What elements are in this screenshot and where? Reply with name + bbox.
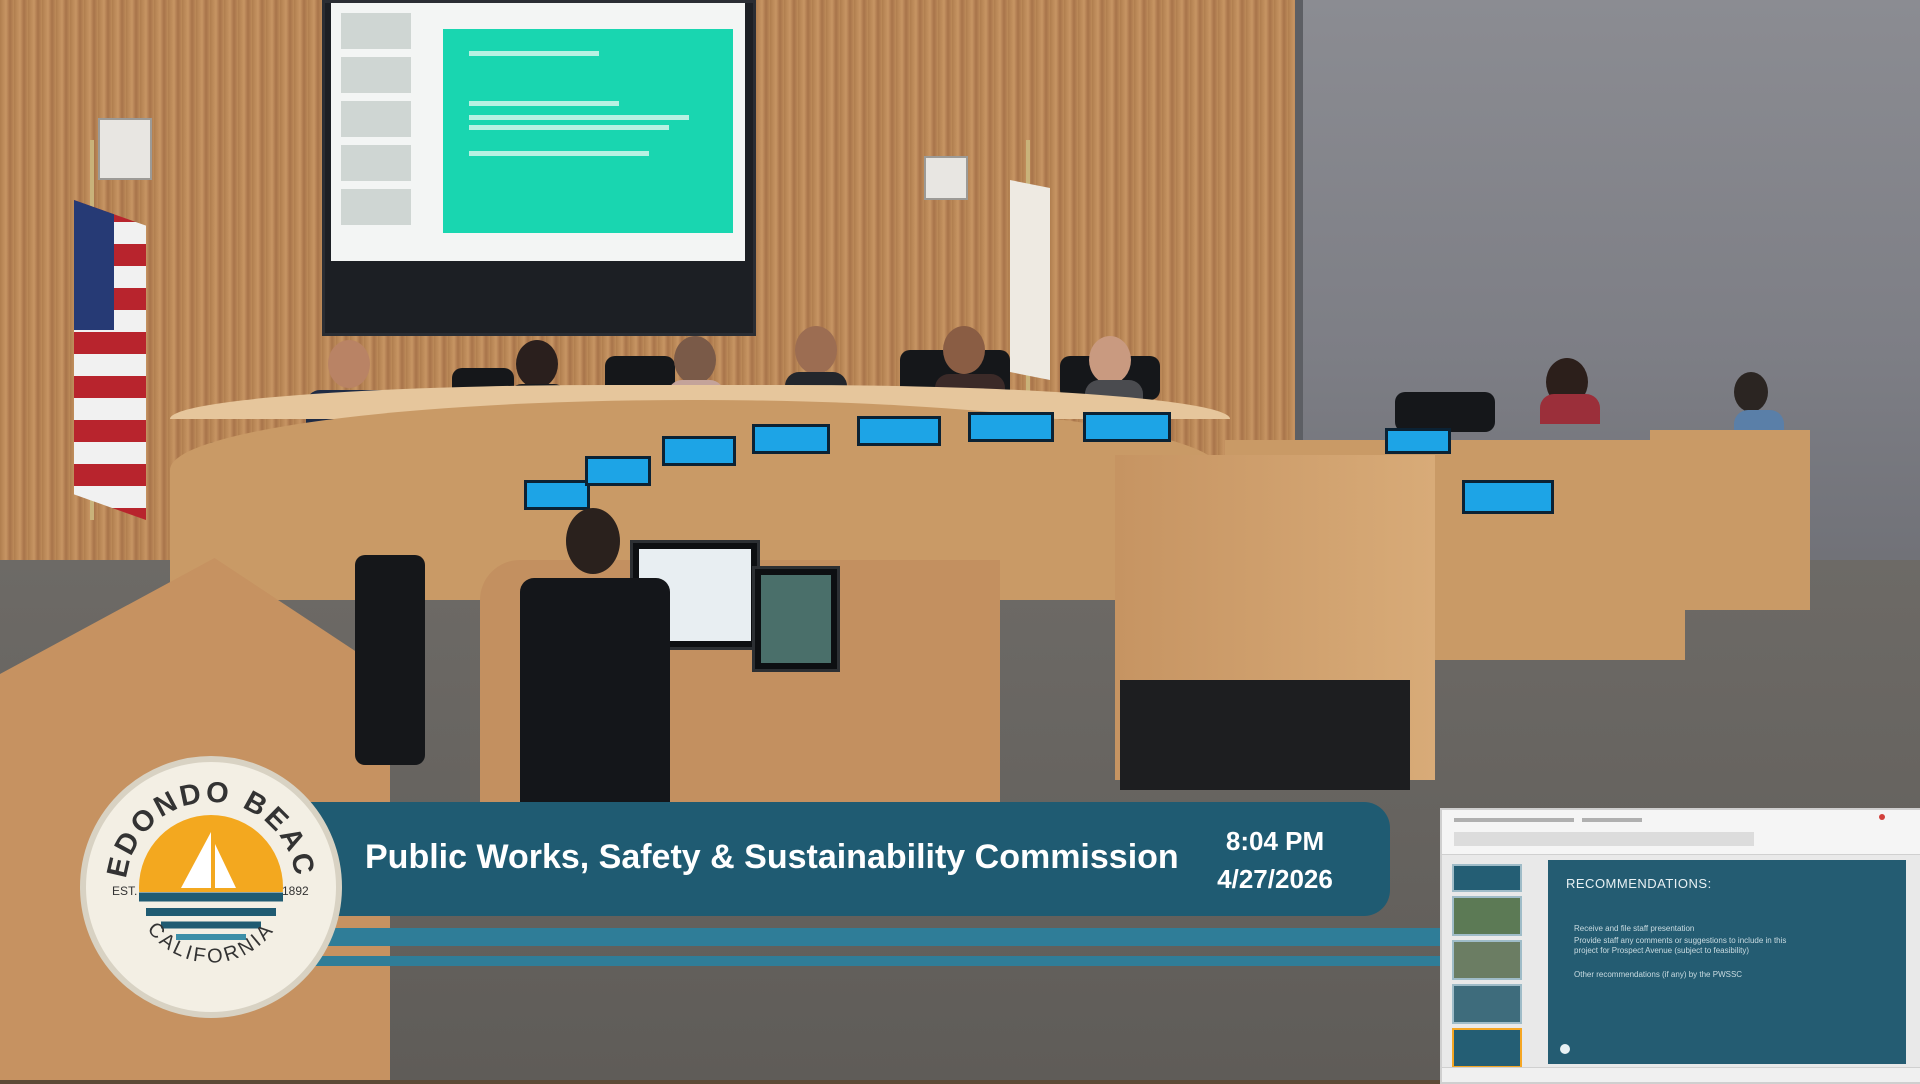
city-seal-logo: REDONDO BEACH CALIFORNIA EST. 1892: [80, 756, 342, 1018]
nameplate: [857, 416, 941, 446]
slide-thumbnail: [1452, 896, 1522, 936]
nameplate: [1462, 480, 1554, 514]
slide-thumbnail: [1452, 984, 1522, 1024]
seal-est-year: 1892: [282, 884, 309, 898]
presentation-pip-window: RECOMMENDATIONS: Receive and file staff …: [1440, 808, 1920, 1084]
slide-bullet: Receive and file staff presentation: [1574, 924, 1695, 933]
us-flag: [74, 200, 146, 520]
slide-thumbnail: [1452, 864, 1522, 892]
wall-speaker-box: [98, 118, 152, 180]
broadcast-date: 4/27/2026: [1217, 864, 1333, 894]
nameplate: [752, 424, 830, 454]
nameplate: [968, 412, 1054, 442]
slide-bullet: project for Prospect Avenue (subject to …: [1574, 946, 1750, 955]
nameplate: [1083, 412, 1171, 442]
lectern-base: [1120, 680, 1410, 790]
slide-bullet: Other recommendations (if any) by the PW…: [1574, 970, 1743, 979]
slide-thumbnail-selected: [1452, 1028, 1522, 1068]
staff-desk-far: [1650, 430, 1810, 610]
california-flag: [1010, 180, 1050, 380]
slide-thumbnail: [1452, 940, 1522, 980]
banner-stripe: [300, 956, 1440, 966]
banner-stripe: [300, 928, 1440, 946]
chair: [1395, 392, 1495, 432]
projection-screen: [322, 0, 756, 336]
slide-bullet: Provide staff any comments or suggestion…: [1574, 936, 1787, 945]
projected-slide: [331, 3, 745, 261]
meeting-title: Public Works, Safety & Sustainability Co…: [365, 838, 1179, 876]
broadcast-time: 8:04 PM: [1225, 826, 1325, 856]
clerk-monitor-secondary: [752, 566, 840, 672]
city-seal-graphic: REDONDO BEACH CALIFORNIA EST. 1892: [86, 762, 318, 968]
chair: [355, 555, 425, 765]
record-indicator-icon: [1879, 814, 1885, 820]
nameplate: [1385, 428, 1451, 454]
wall-camera-box: [924, 156, 968, 200]
nameplate: [662, 436, 736, 466]
projected-slide-content: [443, 29, 733, 233]
presentation-ribbon-toolbar: [1442, 810, 1920, 855]
city-logo-icon: [1560, 1044, 1570, 1054]
seal-est-label: EST.: [112, 884, 137, 898]
slide-thumbnail-panel: [1448, 858, 1522, 1068]
projected-slide-thumbnails: [341, 13, 411, 233]
presentation-current-slide: RECOMMENDATIONS: Receive and file staff …: [1548, 860, 1906, 1064]
nameplate: [585, 456, 651, 486]
nameplate: [524, 480, 590, 510]
slide-title: RECOMMENDATIONS:: [1566, 876, 1712, 891]
